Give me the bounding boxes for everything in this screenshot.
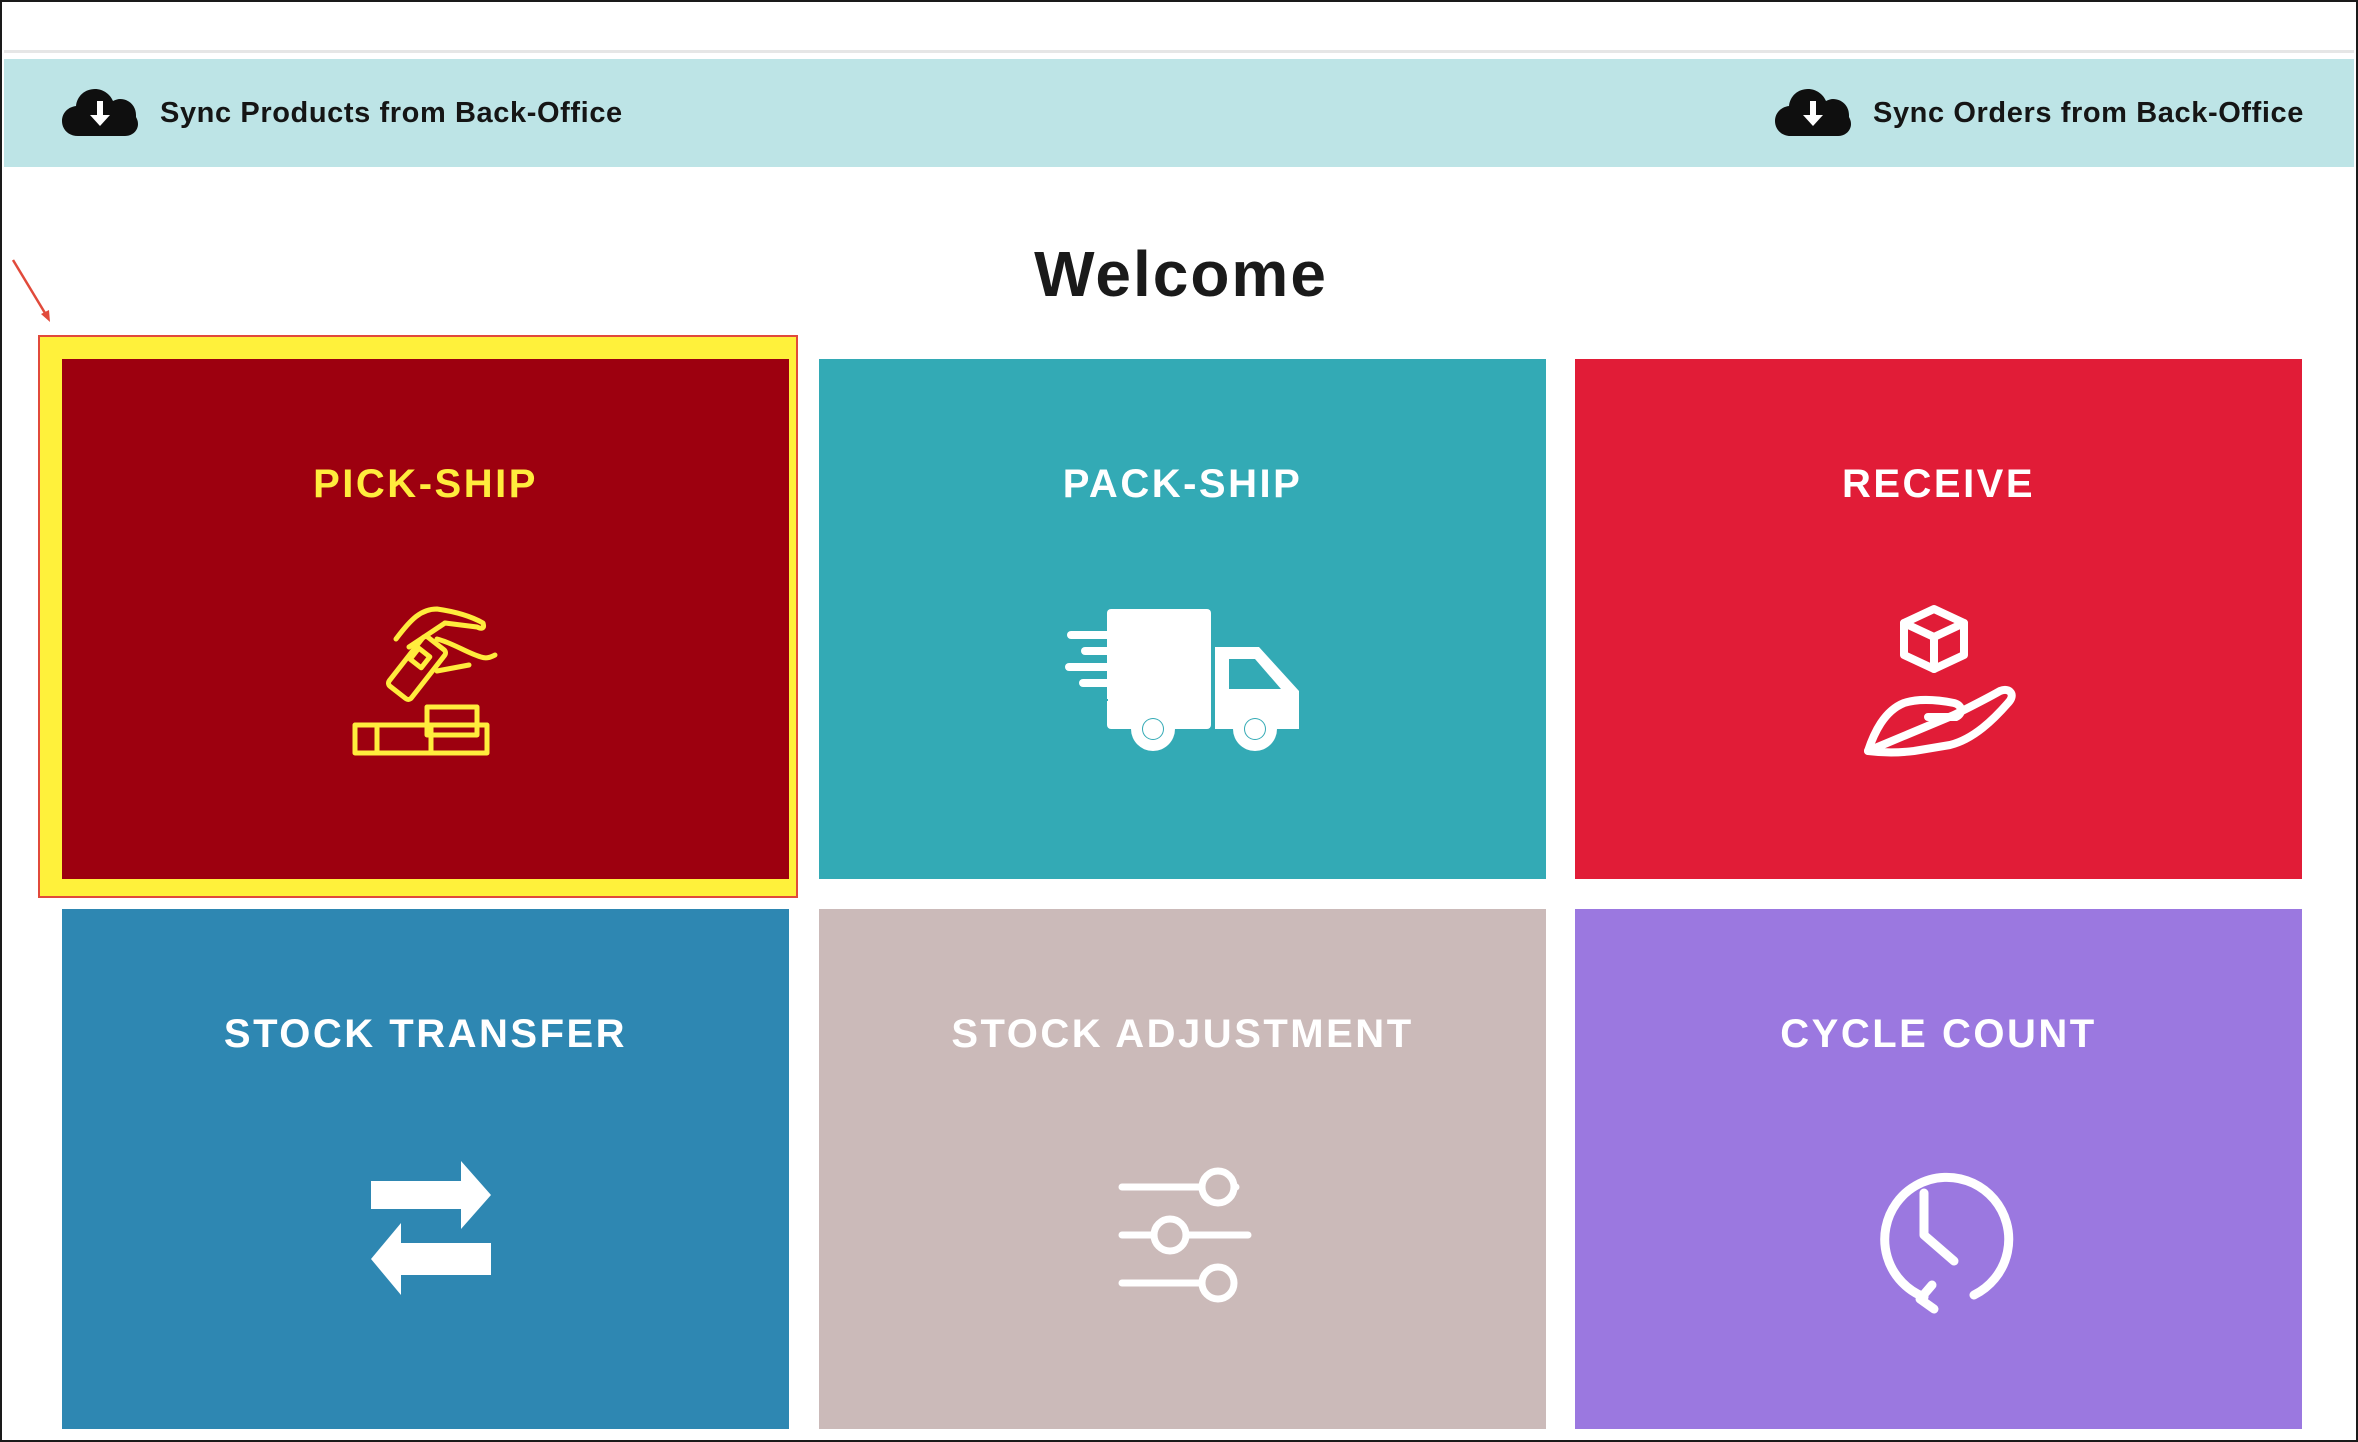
header-divider <box>4 50 2354 53</box>
tile-stock-transfer[interactable]: STOCK TRANSFER <box>62 909 789 1429</box>
page-title: Welcome <box>1034 238 1328 310</box>
tile-label: RECEIVE <box>1841 462 2036 506</box>
app-window: Sync Products from Back-Office Sync Orde… <box>0 0 2358 1442</box>
cloud-download-icon <box>1775 88 1851 138</box>
sync-orders-button[interactable]: Sync Orders from Back-Office <box>1775 59 2304 167</box>
transfer-arrows-icon <box>341 1149 511 1319</box>
tile-stock-adjustment[interactable]: STOCK ADJUSTMENT <box>819 909 1546 1429</box>
tile-pick-ship[interactable]: PICK-SHIP <box>62 359 789 879</box>
sync-products-button[interactable]: Sync Products from Back-Office <box>62 59 623 167</box>
sync-orders-label: Sync Orders from Back-Office <box>1873 96 2304 129</box>
tile-pack-ship[interactable]: PACK-SHIP <box>819 359 1546 879</box>
sliders-icon <box>1098 1149 1268 1319</box>
hand-package-icon <box>1854 599 2024 769</box>
tile-cycle-count[interactable]: CYCLE COUNT <box>1575 909 2302 1429</box>
sync-products-label: Sync Products from Back-Office <box>160 96 623 129</box>
clock-history-icon <box>1854 1149 2024 1319</box>
tile-label: STOCK TRANSFER <box>223 1012 628 1056</box>
tile-label: PICK-SHIP <box>313 462 538 506</box>
tile-label: STOCK ADJUSTMENT <box>951 1012 1414 1056</box>
cloud-download-icon <box>62 88 138 138</box>
annotation-arrow <box>10 258 54 331</box>
sync-toolbar: Sync Products from Back-Office Sync Orde… <box>4 59 2354 167</box>
delivery-truck-icon <box>1063 599 1303 759</box>
tile-receive[interactable]: RECEIVE <box>1575 359 2302 879</box>
pick-box-icon <box>341 599 511 769</box>
tile-label: PACK-SHIP <box>1062 462 1303 506</box>
tile-label: CYCLE COUNT <box>1780 1012 2097 1056</box>
